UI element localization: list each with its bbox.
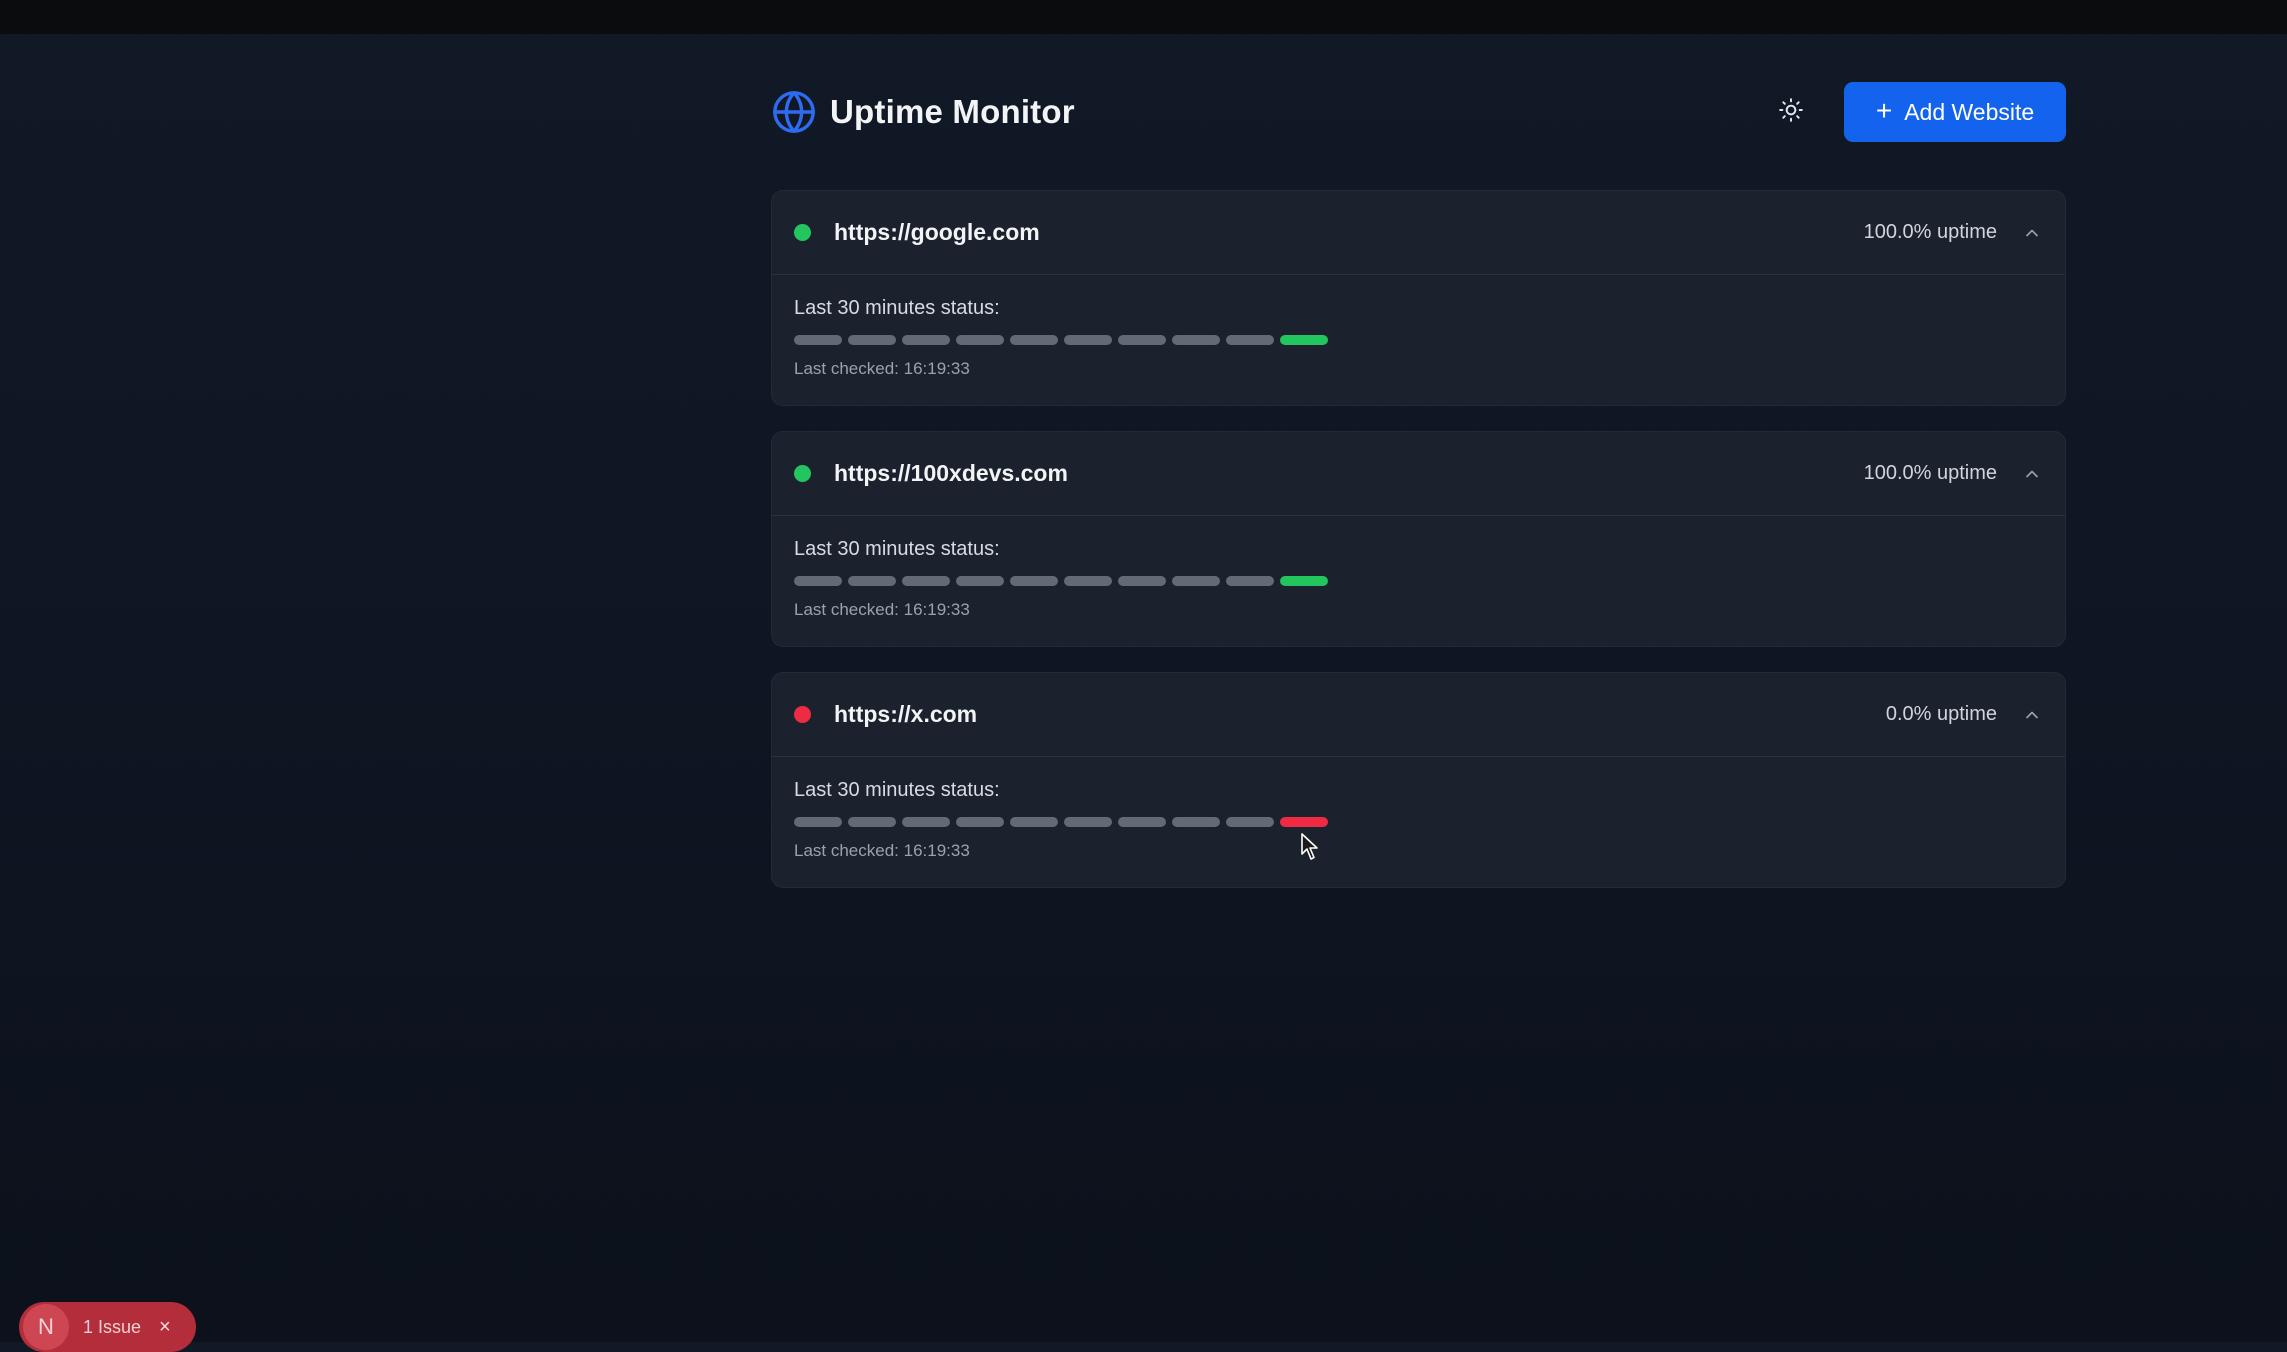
status-history-bars — [794, 817, 2043, 827]
status-history-label: Last 30 minutes status: — [794, 779, 1000, 801]
status-history-bar — [1172, 335, 1220, 345]
status-history-bar — [848, 335, 896, 345]
website-card-body: Last 30 minutes status: Last checked: 16… — [772, 275, 2065, 405]
last-checked: Last checked: 16:19:33 — [794, 841, 970, 860]
status-history-bar — [1118, 335, 1166, 345]
status-history-bars — [794, 576, 2043, 586]
status-history-bar — [1010, 576, 1058, 586]
chevron-up-icon[interactable] — [2021, 463, 2043, 485]
website-card: https://google.com 100.0% uptime Last 30… — [771, 190, 2066, 406]
website-url: https://x.com — [834, 701, 978, 727]
chevron-up-icon[interactable] — [2021, 222, 2043, 244]
status-history-bar — [956, 817, 1004, 827]
status-dot — [794, 224, 811, 241]
website-card-header[interactable]: https://100xdevs.com 100.0% uptime — [772, 432, 2065, 516]
status-history-bar — [1280, 817, 1328, 827]
website-card-body: Last 30 minutes status: Last checked: 16… — [772, 757, 2065, 887]
globe-icon — [771, 89, 817, 135]
plus-icon: + — [1875, 95, 1893, 126]
status-history-bar — [1280, 335, 1328, 345]
uptime-percentage: 0.0% uptime — [1885, 703, 1997, 725]
page-title: Uptime Monitor — [830, 93, 1075, 130]
status-history-bar — [1010, 817, 1058, 827]
mouse-cursor-icon — [1300, 832, 1320, 867]
status-history-bar — [1280, 576, 1328, 586]
status-history-bar — [1172, 576, 1220, 586]
last-checked: Last checked: 16:19:33 — [794, 359, 970, 378]
uptime-percentage: 100.0% uptime — [1863, 221, 1997, 243]
status-history-bar — [1064, 335, 1112, 345]
status-history-bar — [1118, 817, 1166, 827]
add-website-label: Add Website — [1904, 98, 2035, 125]
add-website-button[interactable]: + Add Website — [1844, 82, 2066, 142]
page-header: Uptime Monitor + Add Website — [771, 82, 2066, 142]
status-history-bar — [1064, 817, 1112, 827]
status-history-bar — [902, 817, 950, 827]
website-card: https://x.com 0.0% uptime Last 30 minute… — [771, 672, 2066, 888]
website-url: https://google.com — [834, 219, 1040, 245]
header-actions: + Add Website — [1768, 82, 2066, 142]
dev-issues-badge[interactable]: N 1 Issue × — [19, 1302, 196, 1352]
status-history-bar — [1064, 576, 1112, 586]
status-history-bar — [1118, 576, 1166, 586]
status-dot — [794, 465, 811, 482]
status-history-bar — [1226, 817, 1274, 827]
browser-top-bar — [0, 0, 2287, 34]
status-history-bar — [1010, 335, 1058, 345]
main-container: Uptime Monitor + Add Website https://goo… — [771, 82, 2066, 913]
status-history-bar — [848, 817, 896, 827]
status-dot — [794, 706, 811, 723]
status-history-bar — [902, 335, 950, 345]
status-history-bar — [1226, 335, 1274, 345]
issues-count: 1 Issue — [83, 1316, 142, 1337]
status-history-bar — [956, 576, 1004, 586]
theme-toggle-button[interactable] — [1768, 89, 1814, 135]
status-history-bar — [956, 335, 1004, 345]
status-history-bar — [848, 576, 896, 586]
close-icon[interactable]: × — [159, 1316, 171, 1339]
website-url: https://100xdevs.com — [834, 460, 1068, 486]
chevron-up-icon[interactable] — [2021, 704, 2043, 726]
website-card-header[interactable]: https://x.com 0.0% uptime — [772, 673, 2065, 757]
status-history-bar — [794, 817, 842, 827]
website-card: https://100xdevs.com 100.0% uptime Last … — [771, 431, 2066, 647]
status-history-bar — [902, 576, 950, 586]
nextjs-logo-icon: N — [23, 1304, 69, 1350]
last-checked: Last checked: 16:19:33 — [794, 600, 970, 619]
status-history-bar — [794, 335, 842, 345]
brand: Uptime Monitor — [771, 89, 1075, 135]
status-history-bar — [1226, 576, 1274, 586]
sun-icon — [1778, 97, 1804, 128]
status-history-bar — [794, 576, 842, 586]
website-card-body: Last 30 minutes status: Last checked: 16… — [772, 516, 2065, 646]
status-history-label: Last 30 minutes status: — [794, 538, 1000, 560]
status-history-bars — [794, 335, 2043, 345]
website-card-header[interactable]: https://google.com 100.0% uptime — [772, 191, 2065, 275]
website-list: https://google.com 100.0% uptime Last 30… — [771, 190, 2066, 888]
status-history-label: Last 30 minutes status: — [794, 297, 1000, 319]
status-history-bar — [1172, 817, 1220, 827]
uptime-percentage: 100.0% uptime — [1863, 462, 1997, 484]
